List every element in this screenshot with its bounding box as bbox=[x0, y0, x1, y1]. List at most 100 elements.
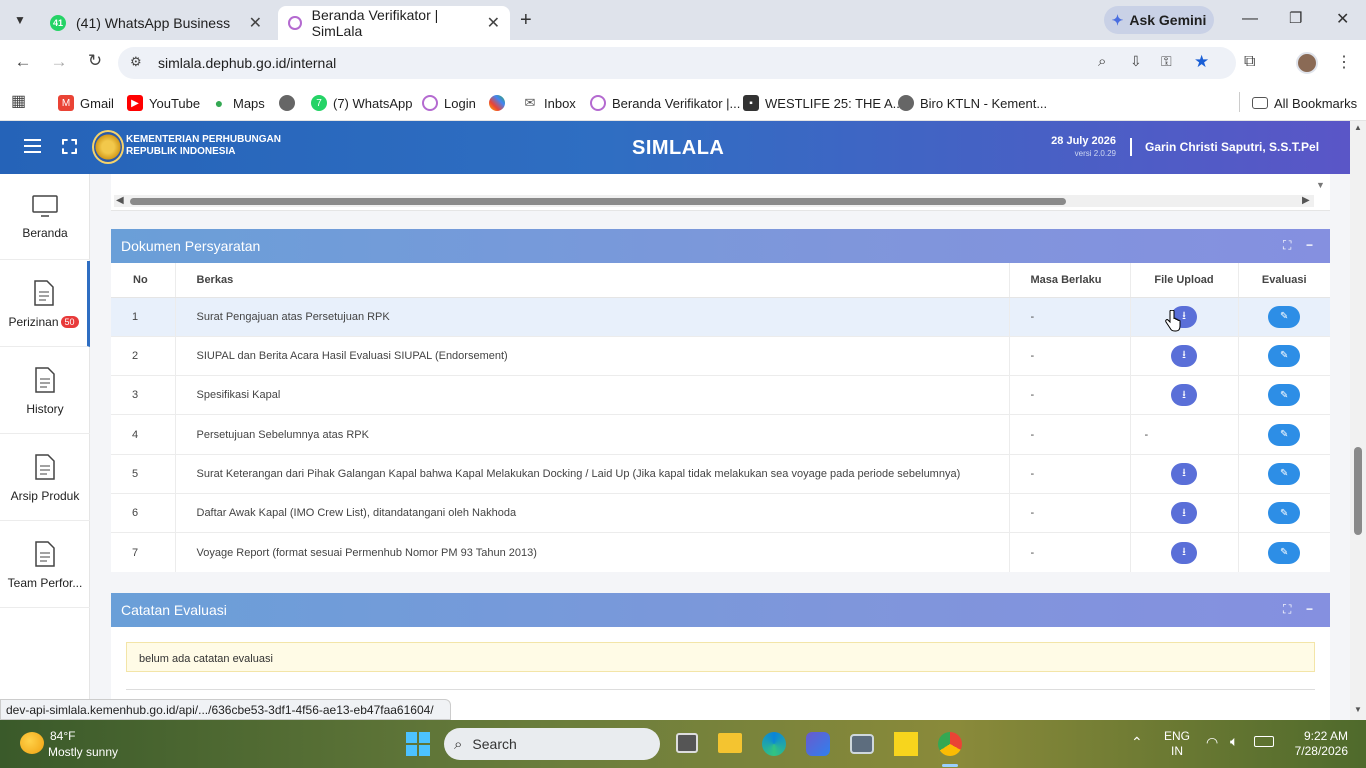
tab-simlala[interactable]: Beranda Verifikator | SimLala ✕ bbox=[278, 6, 510, 40]
download-button[interactable]: ⭳ bbox=[1171, 541, 1197, 564]
download-button[interactable]: ⭳ bbox=[1171, 384, 1197, 407]
edit-evaluation-button[interactable]: ✎ bbox=[1268, 384, 1301, 407]
taskbar-search[interactable]: ⌕ Search bbox=[444, 728, 660, 760]
edit-evaluation-button[interactable]: ✎ bbox=[1268, 344, 1301, 367]
camera-icon[interactable] bbox=[850, 734, 874, 754]
extensions-icon[interactable]: ⧉ bbox=[1244, 53, 1255, 71]
mail-icon: ✉ bbox=[524, 95, 536, 110]
sticky-notes-icon[interactable] bbox=[894, 732, 918, 756]
collapse-icon[interactable]: − bbox=[1306, 602, 1313, 616]
task-view-icon[interactable] bbox=[676, 733, 698, 753]
bookmark-westlife[interactable]: ▪ WESTLIFE 25: THE A... bbox=[743, 92, 903, 114]
sidebar: Beranda Perizinan 50 History Arsip Produk… bbox=[0, 174, 90, 720]
profile-avatar[interactable] bbox=[1296, 52, 1318, 74]
bookmark-star-icon[interactable]: ★ bbox=[1194, 52, 1209, 72]
windows-start-icon[interactable] bbox=[406, 732, 430, 756]
page-scrollbar-thumb[interactable] bbox=[1354, 447, 1362, 535]
kemenhub-logo bbox=[92, 130, 124, 164]
bookmark-beranda[interactable]: Beranda Verifikator |... bbox=[590, 92, 740, 114]
tray-chevron-icon[interactable]: ⌃ bbox=[1131, 734, 1143, 751]
download-button[interactable]: ⭳ bbox=[1171, 502, 1197, 525]
scroll-down-arrow[interactable]: ▼ bbox=[1354, 705, 1362, 714]
wifi-icon[interactable]: ◠ bbox=[1206, 734, 1218, 751]
url-text[interactable]: simlala.dephub.go.id/internal bbox=[158, 55, 336, 71]
cell-upload: ⭳ bbox=[1130, 532, 1239, 573]
bookmark-maps[interactable]: ● Maps bbox=[211, 92, 265, 114]
bookmark-whatsapp[interactable]: 7 (7) WhatsApp bbox=[311, 92, 412, 114]
table-row: 2 SIUPAL dan Berita Acara Hasil Evaluasi… bbox=[111, 335, 1330, 376]
download-button[interactable]: ⭳ bbox=[1171, 344, 1197, 367]
windows-taskbar: 84°F Mostly sunny ⌕ Search ⌃ ENG IN ◠ 🔈︎… bbox=[0, 720, 1366, 768]
cell-evaluasi: ✎ bbox=[1238, 532, 1330, 573]
install-icon[interactable]: ⇩ bbox=[1130, 53, 1142, 70]
page-icon: ▪ bbox=[743, 95, 759, 111]
chrome-icon[interactable] bbox=[938, 732, 962, 756]
fullscreen-icon[interactable] bbox=[62, 139, 77, 154]
download-button[interactable]: ⭳ bbox=[1171, 462, 1197, 485]
bookmark-inbox[interactable]: ✉ Inbox bbox=[522, 92, 576, 114]
scroll-right-arrow[interactable]: ▶ bbox=[1302, 195, 1310, 206]
cell-no: 4 bbox=[111, 414, 176, 455]
ask-gemini-button[interactable]: ✦ Ask Gemini bbox=[1104, 6, 1214, 34]
new-tab-icon[interactable]: + bbox=[520, 9, 532, 32]
site-info-icon[interactable]: ⚙ bbox=[130, 54, 142, 70]
forward-icon[interactable]: → bbox=[47, 52, 71, 72]
menu-kebab-icon[interactable]: ⋮ bbox=[1336, 52, 1352, 72]
hamburger-menu-icon[interactable] bbox=[24, 139, 41, 153]
file-explorer-icon[interactable] bbox=[718, 733, 742, 753]
edit-evaluation-button[interactable]: ✎ bbox=[1268, 502, 1301, 525]
clock[interactable]: 9:22 AM 7/28/2026 bbox=[1282, 729, 1348, 759]
back-icon[interactable]: ← bbox=[11, 52, 35, 72]
whatsapp-icon: 7 bbox=[311, 95, 327, 111]
app-title: SIMLALA bbox=[632, 137, 725, 159]
edit-evaluation-button[interactable]: ✎ bbox=[1268, 541, 1301, 564]
expand-icon[interactable]: ⛶ bbox=[1283, 602, 1291, 617]
edit-evaluation-button[interactable]: ✎ bbox=[1268, 462, 1301, 485]
bookmark-login[interactable]: Login bbox=[422, 92, 476, 114]
all-bookmarks-button[interactable]: All Bookmarks bbox=[1252, 92, 1357, 114]
bookmark-photos[interactable] bbox=[489, 92, 511, 114]
edge-icon[interactable] bbox=[762, 732, 786, 756]
zoom-icon[interactable]: ⌕ bbox=[1098, 53, 1106, 70]
apps-grid-icon[interactable]: ▦ bbox=[11, 91, 26, 111]
page-scrollbar[interactable]: ▲ ▼ bbox=[1350, 121, 1366, 720]
weather-desc[interactable]: Mostly sunny bbox=[48, 745, 118, 759]
sidebar-item-perizinan[interactable]: Perizinan 50 bbox=[0, 261, 90, 347]
horizontal-scrollbar-thumb[interactable] bbox=[130, 198, 1066, 205]
language-indicator[interactable]: ENG IN bbox=[1164, 729, 1190, 759]
edit-evaluation-button[interactable]: ✎ bbox=[1268, 305, 1301, 328]
address-bar[interactable]: ⚙ simlala.dephub.go.id/internal ⌕ ⇩ ⚿ ★ bbox=[118, 47, 1236, 79]
volume-icon[interactable]: 🔈︎ bbox=[1230, 733, 1238, 750]
sidebar-item-beranda[interactable]: Beranda bbox=[0, 174, 90, 260]
weather-temp[interactable]: 84°F bbox=[50, 729, 75, 743]
close-icon[interactable]: ✕ bbox=[487, 13, 500, 33]
app-icon[interactable] bbox=[806, 732, 830, 756]
scroll-up-arrow[interactable]: ▲ bbox=[1354, 123, 1362, 132]
sidebar-item-history[interactable]: History bbox=[0, 348, 90, 434]
bookmark-globe[interactable] bbox=[279, 92, 301, 114]
user-name[interactable]: Garin Christi Saputri, S.S.T.Pel bbox=[1145, 140, 1319, 154]
expand-icon[interactable]: ⛶ bbox=[1283, 238, 1291, 253]
cell-masa: - bbox=[1009, 375, 1131, 415]
close-icon[interactable]: ✕ bbox=[249, 13, 262, 33]
restore-icon[interactable]: ❐ bbox=[1289, 9, 1302, 27]
battery-icon[interactable] bbox=[1254, 736, 1274, 747]
sidebar-item-team-performance[interactable]: Team Perfor... bbox=[0, 522, 90, 608]
collapse-icon[interactable]: − bbox=[1306, 238, 1313, 252]
scroll-left-arrow[interactable]: ◀ bbox=[116, 195, 124, 206]
table-scroll-down-arrow[interactable]: ▼ bbox=[1316, 180, 1325, 190]
minimize-icon[interactable]: — bbox=[1242, 10, 1258, 28]
tab-whatsapp[interactable]: 41 (41) WhatsApp Business ✕ bbox=[40, 6, 272, 40]
weather-icon[interactable] bbox=[20, 732, 44, 754]
edit-evaluation-button[interactable]: ✎ bbox=[1268, 423, 1301, 446]
bookmark-gmail[interactable]: M Gmail bbox=[58, 92, 114, 114]
tab-search-button[interactable]: ▼ bbox=[8, 8, 32, 32]
password-key-icon[interactable]: ⚿ bbox=[1161, 53, 1172, 70]
sidebar-item-arsip-produk[interactable]: Arsip Produk bbox=[0, 435, 90, 521]
bookmark-biro-ktln[interactable]: Biro KTLN - Kement... bbox=[898, 92, 1047, 114]
panel-title: Catatan Evaluasi bbox=[121, 602, 227, 618]
bookmark-youtube[interactable]: ▶ YouTube bbox=[127, 92, 200, 114]
reload-icon[interactable]: ↻ bbox=[83, 51, 107, 71]
window-close-icon[interactable]: ✕ bbox=[1336, 9, 1349, 29]
edit-icon: ✎ bbox=[1280, 311, 1289, 323]
